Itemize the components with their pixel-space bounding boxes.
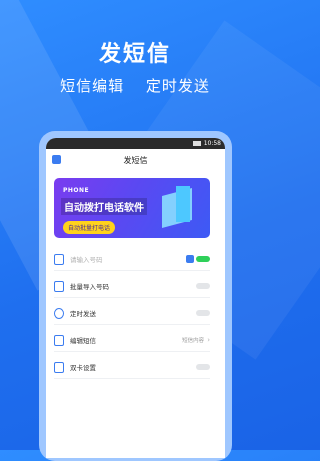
edit-icon: [54, 334, 64, 346]
phone-mockup: 10:58 发短信 PHONE 自动拨打电话软件 自动批量打电话 请输入号码 批…: [39, 131, 232, 461]
sim-card-icon: [54, 361, 64, 373]
banner-tag: PHONE: [63, 187, 90, 194]
phone-toggle[interactable]: [196, 256, 210, 262]
edit-sms-label: 编辑短信: [70, 337, 96, 345]
call-icon[interactable]: [186, 255, 194, 263]
chevron-right-icon[interactable]: ›: [207, 336, 210, 344]
sms-content-hint: 短信内容: [182, 338, 205, 344]
schedule-label: 定时发送: [70, 310, 96, 318]
hero-subtitle-schedule: 定时发送: [145, 77, 210, 95]
batch-import-toggle[interactable]: [196, 283, 210, 289]
status-bar: 10:58: [46, 138, 225, 149]
dual-sim-row[interactable]: 双卡设置: [54, 356, 210, 379]
hero-subtitle-edit: 短信编辑: [60, 77, 125, 95]
hero-subtitle: 短信编辑 定时发送: [0, 75, 270, 96]
phone-icon: [54, 253, 64, 265]
banner-button[interactable]: 自动批量打电话: [63, 221, 116, 234]
dual-sim-label: 双卡设置: [70, 364, 96, 372]
menu-icon[interactable]: [52, 155, 61, 164]
phone-illustration-icon: [176, 186, 190, 222]
phone-number-row[interactable]: 请输入号码: [54, 248, 210, 271]
banner-title: 自动拨打电话软件: [61, 198, 147, 215]
hero-title: 发短信: [98, 42, 171, 67]
edit-sms-row[interactable]: 编辑短信 短信内容 ›: [54, 329, 210, 352]
batch-import-row[interactable]: 批量导入号码: [54, 275, 210, 298]
status-time: 10:58: [203, 140, 221, 147]
app-title: 发短信: [123, 155, 148, 165]
phone-screen: 10:58 发短信 PHONE 自动拨打电话软件 自动批量打电话 请输入号码 批…: [46, 138, 225, 458]
schedule-toggle[interactable]: [196, 310, 210, 316]
signal-icon: [192, 141, 201, 146]
app-bar: 发短信: [46, 149, 225, 171]
document-icon: [54, 280, 64, 292]
phone-number-input[interactable]: 请输入号码: [70, 254, 186, 264]
clock-icon: [54, 307, 64, 319]
batch-import-label: 批量导入号码: [70, 283, 109, 291]
promo-banner[interactable]: PHONE 自动拨打电话软件 自动批量打电话: [54, 178, 210, 238]
dual-sim-toggle[interactable]: [196, 364, 210, 370]
schedule-row[interactable]: 定时发送: [54, 302, 210, 325]
